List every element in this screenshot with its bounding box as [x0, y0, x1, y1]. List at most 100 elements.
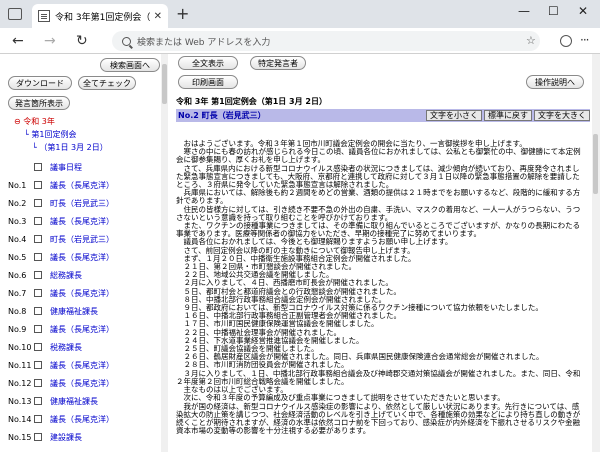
favorite-star-icon[interactable]: ☆	[526, 34, 536, 47]
speaker-row[interactable]: No.8 健康福祉課長	[0, 302, 167, 320]
speaker-row[interactable]: No.10 税務課長	[0, 338, 167, 356]
row-checkbox[interactable]	[34, 343, 42, 351]
check-all-button[interactable]: 全てチェック	[78, 76, 136, 90]
address-input[interactable]: 検索または Web アドレスを入力	[112, 31, 540, 51]
speaker-row[interactable]: No.13 健康福祉課長	[0, 392, 167, 410]
speech-body: おはようございます。令和３年第１回市川町議会定例会の開会に当たり、一言御挨拶を申…	[176, 139, 586, 436]
left-scrollbar[interactable]	[161, 54, 168, 452]
row-number: No.2	[8, 198, 27, 208]
speech-paragraph: 兵庫県においては、解除後も約２週間をめどの営業、酒類の提供は２１時までをお願いす…	[176, 188, 581, 206]
speech-paragraph: 我が国の経済は、新型コロナウイルス感染症の影響により、依然として厳しい状況にあり…	[176, 401, 581, 436]
tree-session[interactable]: └ 第1回定例会	[24, 129, 76, 140]
row-number: No.4	[8, 234, 27, 244]
row-checkbox[interactable]	[34, 289, 42, 297]
minimize-icon[interactable]: —	[518, 4, 530, 18]
row-link[interactable]: 議長（長尾克洋）	[50, 414, 114, 425]
speaker-row[interactable]: No.2 町長（岩見武三）	[0, 194, 167, 212]
row-checkbox[interactable]	[34, 235, 42, 243]
refresh-icon[interactable]: ↻	[76, 33, 88, 49]
right-scrollbar-thumb[interactable]	[593, 134, 598, 194]
speaker-row[interactable]: No.6 総務課長	[0, 266, 167, 284]
speech-paragraph: 寒さの中にも春の訪れが感じられる今日この頃、議員各位におかれましては、公私とも御…	[176, 147, 581, 165]
font-normal-button[interactable]: 標準に戻す	[484, 110, 532, 121]
show-all-button[interactable]: 全文表示	[178, 56, 238, 70]
new-tab-icon[interactable]: +	[176, 4, 189, 23]
row-checkbox[interactable]	[34, 397, 42, 405]
row-number: No.3	[8, 216, 27, 226]
row-checkbox[interactable]	[34, 253, 42, 261]
row-number: No.13	[8, 396, 32, 406]
speech-paragraph: さて、兵庫県内における新型コロナウイルス感染者の状況につきましては、減少傾向が続…	[176, 163, 580, 190]
row-link[interactable]: 町長（岩見武三）	[50, 234, 114, 245]
speaker-row[interactable]: No.7 議長（長尾克洋）	[0, 284, 167, 302]
profile-icon[interactable]	[560, 35, 572, 47]
speaker-row[interactable]: No.14 議長（長尾克洋）	[0, 410, 167, 428]
download-button[interactable]: ダウンロード	[8, 76, 72, 90]
speaker-row[interactable]: No.4 町長（岩見武三）	[0, 230, 167, 248]
row-link[interactable]: 議長（長尾克洋）	[50, 378, 114, 389]
row-link[interactable]: 議長（長尾克洋）	[50, 360, 114, 371]
font-larger-button[interactable]: 文字を大きく	[534, 110, 590, 121]
specific-speaker-button[interactable]: 特定発言者	[250, 56, 306, 70]
row-link[interactable]: 健康福祉課長	[50, 396, 98, 407]
row-link[interactable]: 税務課長	[50, 342, 82, 353]
tree-session-label: 第1回定例会	[31, 130, 77, 139]
left-pane: 検索画面へ ダウンロード 全てチェック 発言箇所表示 ⊖ 令和 3年 └ 第1回…	[0, 54, 168, 452]
forward-arrow-icon[interactable]: →	[44, 33, 56, 49]
search-icon	[122, 36, 131, 46]
search-screen-button[interactable]: 検索画面へ	[100, 58, 160, 72]
help-button[interactable]: 操作説明へ	[526, 75, 584, 89]
speaker-list-button[interactable]: 発言箇所表示	[8, 96, 70, 110]
row-checkbox[interactable]	[34, 181, 42, 189]
browser-tab[interactable]: 令和 3年第1回定例会（第1日 3月 ✕	[32, 4, 168, 28]
row-link[interactable]: 議長（長尾克洋）	[50, 324, 114, 335]
speaker-row[interactable]: No.1 議長（長尾克洋）	[0, 176, 167, 194]
row-number: No.14	[8, 414, 32, 424]
row-number: No.12	[8, 378, 32, 388]
speaker-row[interactable]: No.3 議長（長尾克洋）	[0, 212, 167, 230]
row-link[interactable]: 議事日程	[50, 162, 82, 173]
speaker-row[interactable]: 議事日程	[0, 158, 167, 176]
back-arrow-icon[interactable]: ←	[12, 33, 24, 49]
speaker-row[interactable]: No.15 建設課長	[0, 428, 167, 446]
font-smaller-button[interactable]: 文字を小さく	[426, 110, 482, 121]
row-link[interactable]: 議長（長尾克洋）	[50, 288, 114, 299]
row-checkbox[interactable]	[34, 325, 42, 333]
tab-actions-icon[interactable]	[8, 8, 22, 20]
row-checkbox[interactable]	[34, 361, 42, 369]
row-checkbox[interactable]	[34, 271, 42, 279]
maximize-icon[interactable]: ☐	[548, 4, 559, 18]
speaker-row[interactable]: No.11 議長（長尾克洋）	[0, 356, 167, 374]
row-link[interactable]: 議長（長尾克洋）	[50, 252, 114, 263]
row-number: No.7	[8, 288, 27, 298]
speaker-label: No.2 町長（岩見武三）	[178, 111, 266, 120]
row-link[interactable]: 総務課長	[50, 270, 82, 281]
row-checkbox[interactable]	[34, 163, 42, 171]
window-close-icon[interactable]: ✕	[578, 4, 588, 18]
left-scrollbar-thumb[interactable]	[162, 64, 167, 104]
speaker-row[interactable]: No.5 議長（長尾克洋）	[0, 248, 167, 266]
row-checkbox[interactable]	[34, 217, 42, 225]
tab-title: 令和 3年第1回定例会（第1日 3月	[55, 12, 150, 23]
row-link[interactable]: 議長（長尾克洋）	[50, 216, 114, 227]
row-checkbox[interactable]	[34, 415, 42, 423]
tree-day[interactable]: └ （第1日 3月 2日）	[32, 142, 108, 153]
row-checkbox[interactable]	[34, 379, 42, 387]
more-menu-icon[interactable]: ···	[580, 33, 590, 47]
speaker-row[interactable]: No.9 議長（長尾克洋）	[0, 320, 167, 338]
row-checkbox[interactable]	[34, 307, 42, 315]
tree-day-label: （第1日 3月 2日）	[39, 143, 108, 152]
browser-tab-bar: 令和 3年第1回定例会（第1日 3月 ✕ + — ☐ ✕	[0, 0, 600, 28]
row-link[interactable]: 町長（岩見武三）	[50, 198, 114, 209]
speaker-row[interactable]: No.12 議長（長尾克洋）	[0, 374, 167, 392]
row-link[interactable]: 議長（長尾克洋）	[50, 180, 114, 191]
collapse-icon: ⊖	[14, 117, 24, 126]
row-link[interactable]: 健康福祉課長	[50, 306, 98, 317]
tree-era[interactable]: ⊖ 令和 3年	[14, 116, 55, 127]
tab-close-icon[interactable]: ✕	[154, 11, 162, 22]
row-checkbox[interactable]	[34, 199, 42, 207]
print-screen-button[interactable]: 印刷画面	[178, 75, 238, 89]
row-link[interactable]: 建設課長	[50, 432, 82, 443]
right-scrollbar[interactable]	[592, 54, 600, 452]
row-checkbox[interactable]	[34, 433, 42, 441]
